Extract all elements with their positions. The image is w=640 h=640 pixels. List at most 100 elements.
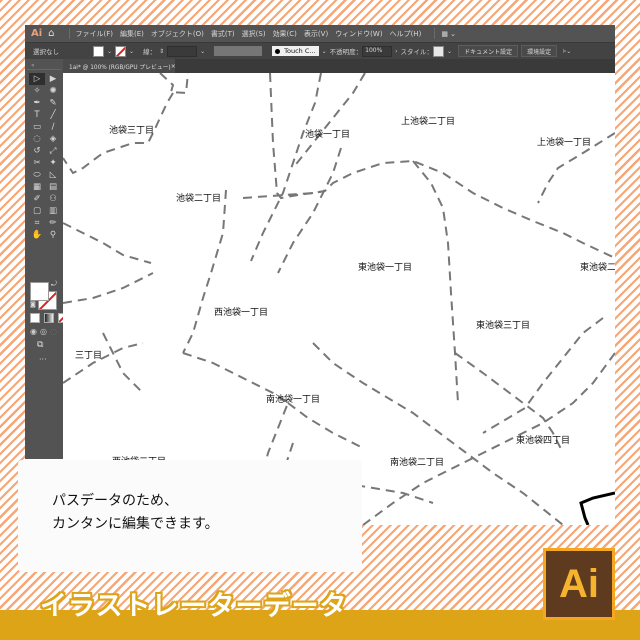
menu-file[interactable]: ファイル(F) — [76, 29, 114, 39]
tool-button[interactable]: ↺ — [29, 145, 45, 157]
stroke-weight-input[interactable] — [167, 45, 198, 57]
district-label: 東池袋二丁目 — [580, 263, 615, 273]
tool-button[interactable]: ▭ — [29, 121, 45, 133]
tool-button[interactable]: ⬭ — [29, 169, 45, 181]
tool-button[interactable]: ◌ — [29, 133, 45, 145]
fill-color-box[interactable] — [30, 282, 49, 301]
menu-window[interactable]: ウィンドウ(W) — [335, 29, 382, 39]
draw-inside-icon[interactable]: ◌ — [50, 327, 57, 336]
tool-button[interactable]: ⚲ — [45, 229, 61, 241]
opacity-input[interactable]: 100% — [362, 45, 393, 57]
tool-button[interactable]: ✐ — [29, 193, 45, 205]
tool-button[interactable]: ∕ — [45, 121, 61, 133]
document-settings-button[interactable]: ドキュメント設定 — [458, 45, 519, 57]
tool-button[interactable]: ⌗ — [29, 217, 45, 229]
callout-line-2: カンタンに編集できます。 — [52, 516, 219, 532]
more-tools-icon[interactable]: ··· — [39, 355, 47, 364]
tool-button[interactable]: ✂ — [29, 157, 45, 169]
brush-dot-icon — [275, 48, 281, 54]
menu-bar: Ai ⌂ ファイル(F) 編集(E) オブジェクト(O) 書式(T) 選択(S)… — [25, 25, 615, 42]
district-label: 西池袋一丁目 — [214, 308, 269, 318]
tool-button[interactable]: ✒ — [29, 97, 45, 109]
tool-button[interactable]: T — [29, 109, 45, 121]
tool-button[interactable]: ▤ — [45, 181, 61, 193]
menu-effect[interactable]: 効果(C) — [273, 29, 297, 39]
tool-button[interactable]: ◺ — [45, 169, 61, 181]
brush-definition[interactable]: Touch C... — [272, 46, 319, 56]
tool-button[interactable]: ✎ — [45, 97, 61, 109]
arrange-icon[interactable]: ⊧⌄ — [563, 48, 571, 55]
home-icon[interactable]: ⌂ — [48, 28, 54, 39]
tool-button[interactable]: ⚇ — [45, 193, 61, 205]
tool-button[interactable]: ╱ — [45, 109, 61, 121]
document-tab[interactable]: 1ai* @ 100% (RGB/GPU プレビュー) × — [63, 59, 176, 73]
tool-button[interactable]: ▥ — [45, 205, 61, 217]
divider — [68, 28, 70, 39]
district-label: 池袋三丁目 — [109, 126, 155, 136]
style-label: スタイル： — [400, 48, 434, 56]
boundary-line — [277, 147, 342, 274]
menu-view[interactable]: 表示(V) — [304, 29, 328, 39]
menu-edit[interactable]: 編集(E) — [120, 29, 144, 39]
tool-button[interactable]: ▶ — [45, 73, 61, 85]
color-mode-icon[interactable] — [30, 313, 40, 323]
variable-width-profile[interactable] — [214, 46, 263, 56]
panel-collapse-icon[interactable]: « — [31, 62, 36, 69]
opacity-label: 不透明度： — [329, 48, 363, 56]
tool-button[interactable]: ▦ — [29, 181, 45, 193]
boundary-line — [159, 73, 189, 95]
district-label: 東池袋四丁目 — [516, 436, 571, 446]
illustrator-logo: Ai — [543, 548, 615, 620]
stroke-swatch[interactable] — [115, 45, 127, 57]
chevron-down-icon[interactable]: ⌄ — [322, 48, 327, 55]
menu-help[interactable]: ヘルプ(H) — [390, 29, 422, 39]
district-label: 南池袋二丁目 — [390, 458, 445, 468]
chevron-down-icon[interactable]: ⌄ — [200, 48, 205, 55]
chevron-down-icon[interactable]: ⌄ — [447, 48, 452, 55]
chevron-right-icon[interactable]: › — [395, 48, 397, 55]
tool-button[interactable]: ✺ — [45, 85, 61, 97]
boundary-line — [412, 160, 459, 404]
chevron-down-icon[interactable]: ⌄ — [107, 48, 112, 55]
menu-select[interactable]: 選択(S) — [242, 29, 266, 39]
draw-behind-icon[interactable]: ◎ — [40, 327, 47, 336]
screen-mode-icon[interactable]: ⧉ — [37, 340, 43, 350]
ward-border-line — [579, 491, 615, 525]
workspace-switcher-icon[interactable]: ▦ ⌄ — [441, 30, 456, 38]
preferences-button[interactable]: 環境設定 — [521, 45, 558, 57]
draw-normal-icon[interactable]: ◉ — [30, 327, 37, 336]
boundary-line — [362, 352, 615, 525]
fill-swatch[interactable] — [93, 45, 104, 57]
artboard-canvas[interactable]: 池袋三丁目池袋一丁目上池袋二丁目上池袋一丁目池袋二丁目北大東池袋一丁目東池袋二丁… — [63, 73, 615, 525]
app-logo: Ai — [31, 28, 43, 39]
tool-button[interactable]: ▷ — [29, 73, 45, 85]
tool-button[interactable]: ✦ — [45, 157, 61, 169]
boundary-line — [482, 317, 604, 434]
boundary-line — [250, 73, 322, 262]
tool-button[interactable]: ◈ — [45, 133, 61, 145]
gradient-mode-icon[interactable] — [44, 313, 54, 323]
panel-grip[interactable] — [27, 69, 61, 70]
tool-button[interactable]: ✏ — [45, 217, 61, 229]
menu-object[interactable]: オブジェクト(O) — [151, 29, 204, 39]
menu-type[interactable]: 書式(T) — [211, 29, 235, 39]
graphic-style-swatch[interactable] — [433, 45, 445, 57]
tool-button[interactable]: ✧ — [29, 85, 45, 97]
tool-button[interactable]: ✋ — [29, 229, 45, 241]
brush-name: Touch C... — [284, 47, 316, 55]
close-icon[interactable]: × — [171, 63, 176, 70]
document-tab-title: 1ai* @ 100% (RGB/GPU プレビュー) — [69, 64, 171, 71]
stroke-label: 線： — [143, 48, 157, 56]
swap-colors-icon[interactable]: ⤾ — [51, 280, 57, 289]
tool-button[interactable]: ⤢ — [45, 145, 61, 157]
banner-title: イラストレーターデータ — [40, 591, 348, 622]
tool-grid: ▷ ▶ ✧ ✺ ✒ ✎ T ╱ ▭ ∕ ◌ ◈ ↺ ⤢ ✂ ✦ ⬭ ◺ ▦ ▤ ✐ ⚇ ▢ ▥ ⌗ ✏ ✋ ⚲ — [29, 73, 61, 241]
district-label: 三丁目 — [75, 351, 103, 361]
chevron-down-icon[interactable]: ⌄ — [129, 48, 134, 55]
boundary-line — [102, 332, 144, 394]
tool-button[interactable]: ▢ — [29, 205, 45, 217]
tools-panel: « ▷ ▶ ✧ ✺ ✒ ✎ T ╱ ▭ ∕ ◌ ◈ ↺ ⤢ ✂ ✦ ⬭ ◺ ▦ ▤ ✐ ⚇ ▢ ▥ ⌗ ✏ ✋ ⚲ ⤾ ◙ ◉ ◎ ◌… — [25, 59, 68, 459]
default-colors-icon[interactable]: ◙ — [30, 301, 36, 308]
stepper-icon[interactable]: ⇕ — [159, 48, 164, 55]
district-label: 上池袋二丁目 — [401, 117, 456, 127]
